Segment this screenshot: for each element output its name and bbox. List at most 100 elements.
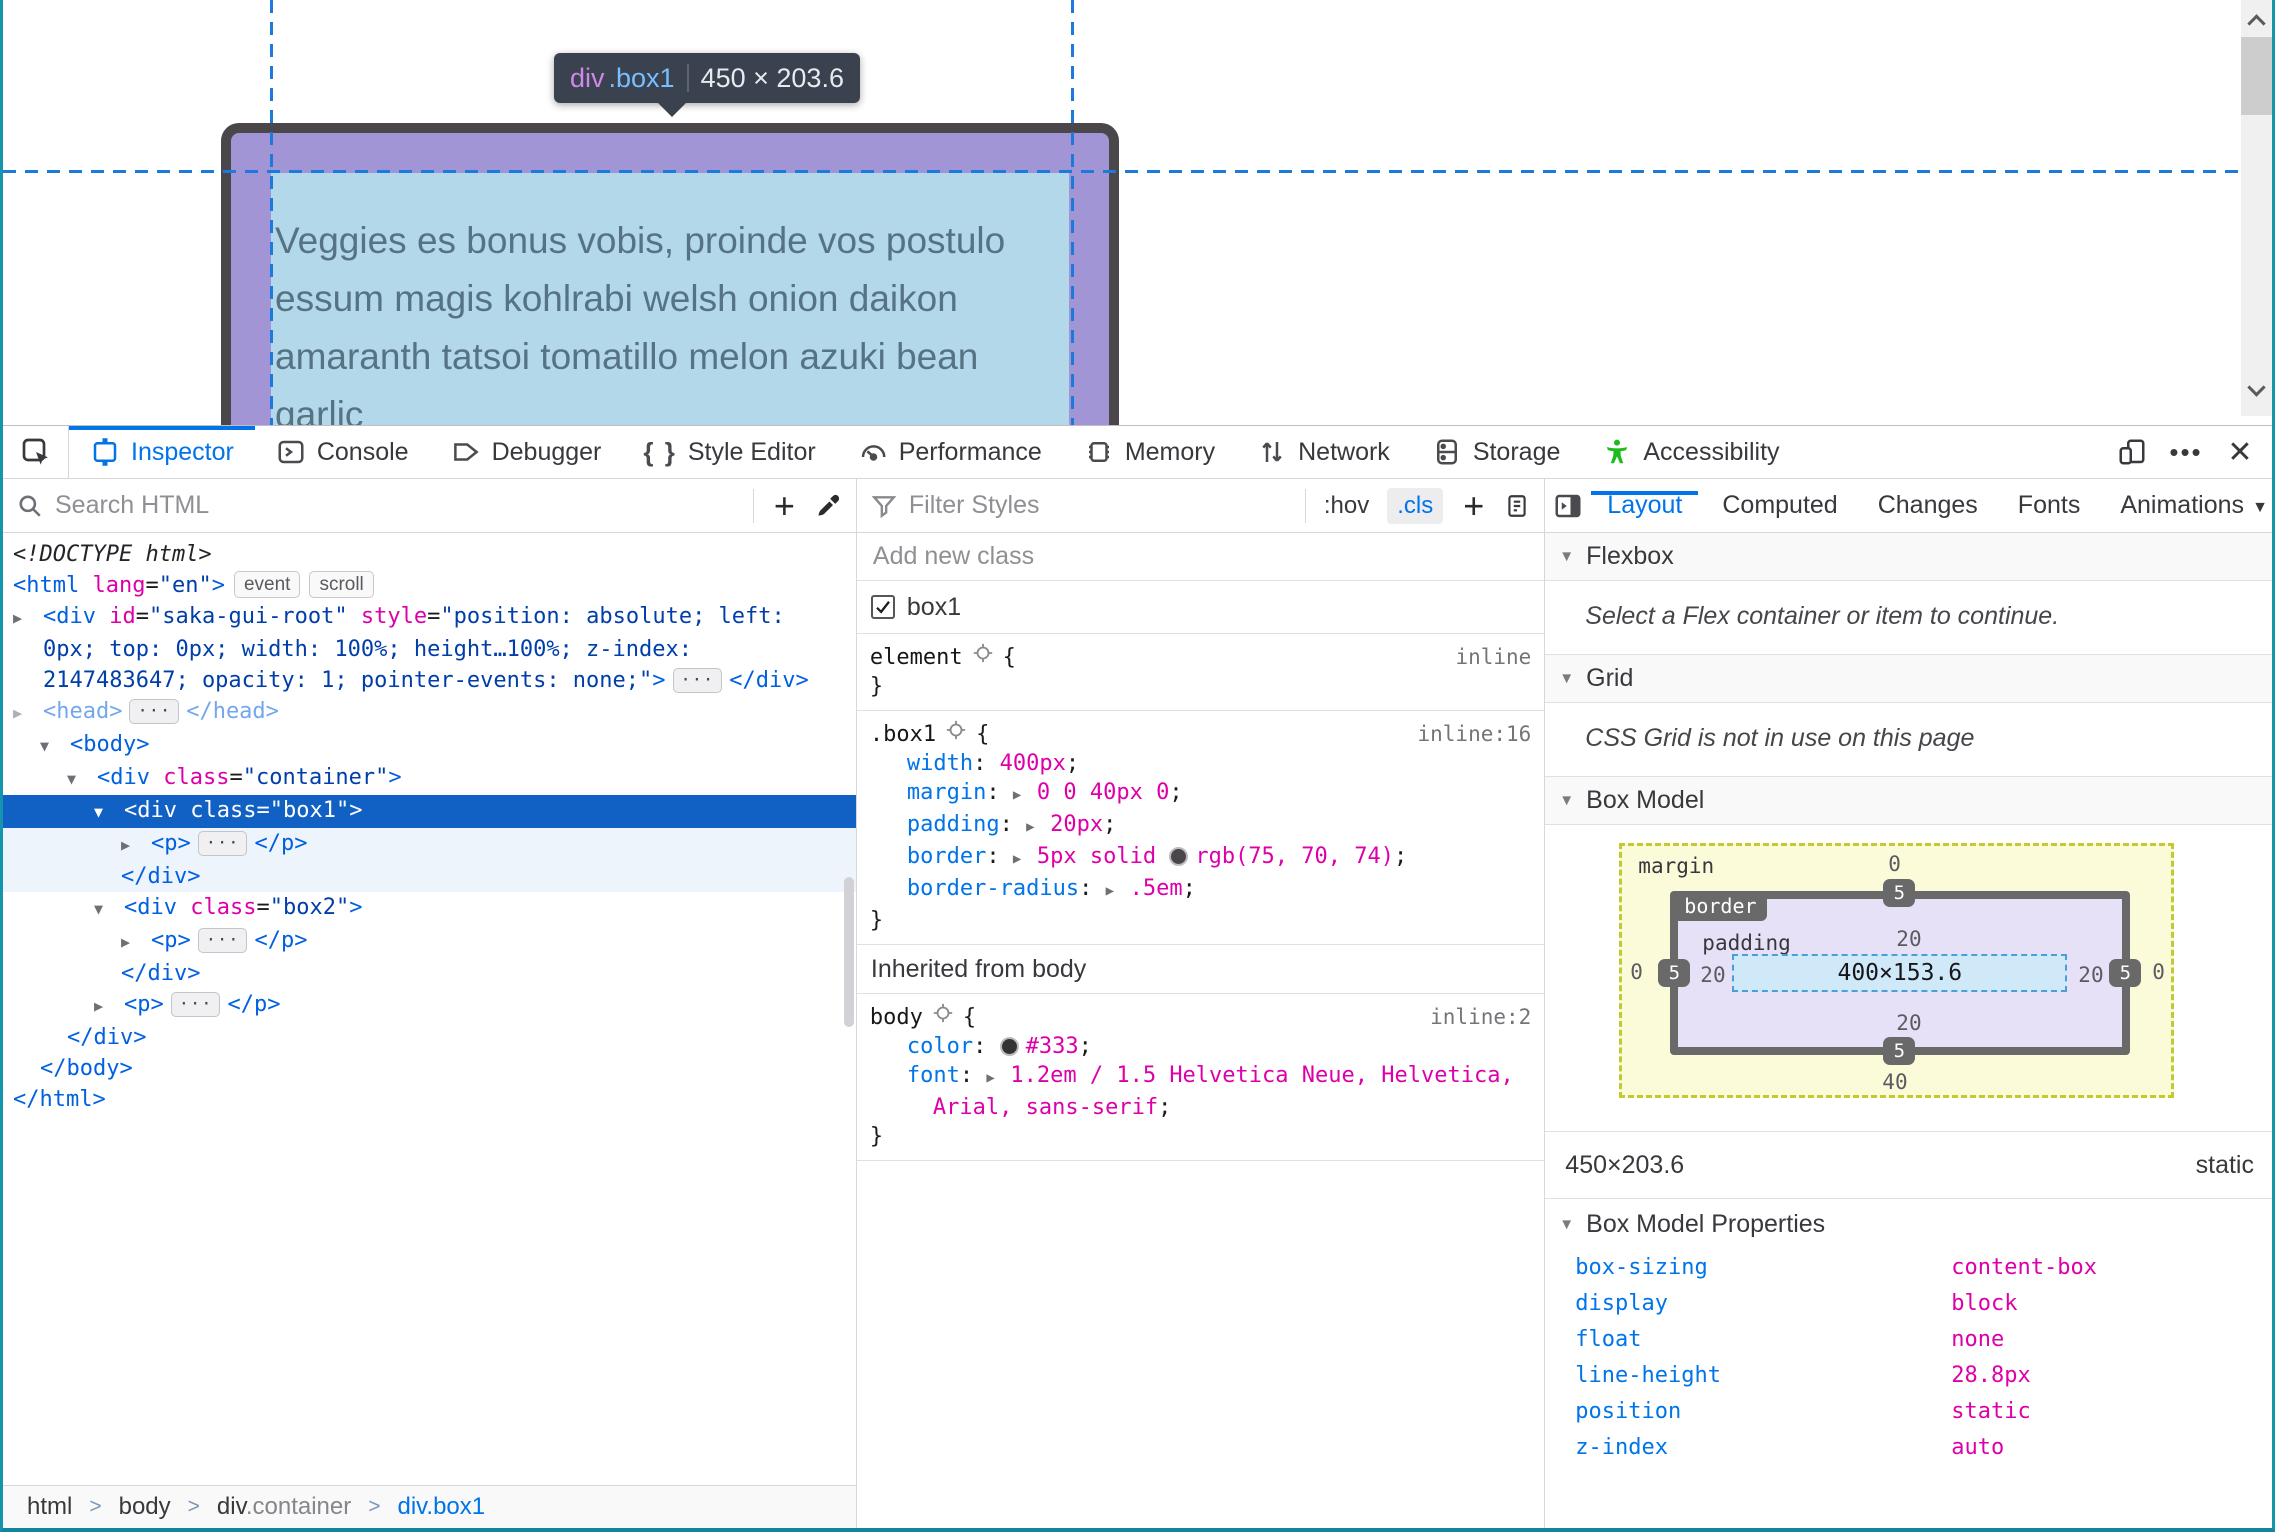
close-devtools-button[interactable]: ✕ [2216,428,2264,476]
all-tabs-menu-icon[interactable]: ▼ [2252,499,2268,517]
property-value[interactable]: #333 [1026,1034,1079,1059]
css-declaration[interactable]: margin: ▶ 0 0 40px 0; [857,778,1544,810]
box-model-content-layer[interactable]: 400×153.6 [1732,954,2068,992]
add-class-input[interactable]: Add new class [873,542,1034,571]
margin-right-value[interactable]: 0 [2152,960,2165,984]
property-value[interactable]: 0 0 40px 0 [1037,780,1169,805]
color-swatch[interactable] [1169,847,1189,866]
margin-bottom-value[interactable]: 40 [1882,1070,1907,1094]
padding-right-value[interactable]: 20 [2078,963,2103,987]
property-name[interactable]: z-index [1575,1435,1951,1460]
sidebar-tab-changes[interactable]: Changes [1858,491,1998,520]
css-rule[interactable]: .box1{inline:16 width: 400px; margin: ▶ 0 0… [856,711,1545,945]
markup-tree-row[interactable]: ▼ <div class="container"> [3,762,856,795]
markup-tree-row[interactable]: ▶ <head> ··· </head> [3,696,856,729]
border-right-value[interactable]: 5 [2109,959,2142,987]
rule-selector[interactable]: element [870,643,963,672]
css-rule[interactable]: body{inline:2 color: #333; font: ▶ 1.2em / … [856,994,1545,1161]
property-name[interactable]: margin [907,780,986,805]
sidebar-tab-layout[interactable]: Layout [1587,491,1702,520]
property-name[interactable]: width [907,751,973,776]
grid-section-header[interactable]: ▼ Grid [1545,655,2272,703]
scroll-down-icon[interactable] [2247,378,2266,397]
markup-tree-row[interactable]: </div> [3,861,856,892]
property-name[interactable]: float [1575,1327,1951,1352]
markup-tree-row[interactable]: <html lang="en"> event scroll [3,570,856,601]
property-name[interactable]: font [907,1063,960,1088]
tab-inspector[interactable]: Inspector [69,426,255,478]
show-children-pill[interactable]: ··· [170,992,221,1017]
expand-icon[interactable]: ▶ [121,927,151,958]
markup-tree-row[interactable]: ▼ <div class="box1"> [3,795,856,828]
property-name[interactable]: box-sizing [1575,1255,1951,1280]
toggle-classes-button[interactable]: .cls [1387,487,1444,524]
css-declaration[interactable]: color: #333; [857,1032,1544,1061]
property-value[interactable]: 400px [1000,751,1066,776]
sidebar-tab-computed[interactable]: Computed [1702,491,1857,520]
property-value[interactable]: none [1951,1327,2004,1352]
property-name[interactable]: border [907,844,986,869]
property-value[interactable]: content-box [1951,1255,2097,1280]
padding-top-value[interactable]: 20 [1896,927,1921,951]
border-top-value[interactable]: 5 [1883,879,1916,907]
show-children-pill[interactable]: ··· [672,668,723,693]
tab-storage[interactable]: Storage [1411,426,1582,478]
markup-tree-row[interactable]: </html> [3,1084,856,1115]
expand-icon[interactable]: ▶ [13,603,43,634]
tab-debugger[interactable]: Debugger [430,426,623,478]
margin-left-value[interactable]: 0 [1630,960,1643,984]
markup-tree-row[interactable]: <!DOCTYPE html> [3,539,856,570]
markup-tree-row[interactable]: </body> [3,1053,856,1084]
margin-top-value[interactable]: 0 [1888,852,1901,876]
class-checkbox[interactable] [870,595,895,619]
responsive-mode-button[interactable] [2108,428,2156,476]
box-model-properties-header[interactable]: ▼ Box Model Properties [1545,1199,2272,1249]
expand-shorthand-icon[interactable]: ▶ [1106,877,1130,906]
collapse-icon[interactable]: ▼ [94,894,124,925]
border-bottom-value[interactable]: 5 [1883,1037,1916,1065]
create-node-button[interactable]: + [766,487,803,524]
breadcrumb-item[interactable]: div.box1 [398,1493,486,1521]
property-value[interactable]: block [1951,1291,2017,1316]
css-declaration[interactable]: border: ▶ 5px solid rgb(75, 70, 74); [857,842,1544,874]
css-declaration[interactable]: font: ▶ 1.2em / 1.5 Helvetica Neue, Helve… [857,1061,1544,1122]
expand-icon[interactable]: ▶ [121,830,151,861]
add-rule-button[interactable]: + [1455,487,1492,524]
breadcrumb-item[interactable]: body [119,1493,171,1521]
collapse-icon[interactable]: ▼ [94,797,124,828]
breadcrumb-item[interactable]: html [27,1493,72,1521]
highlight-matching-elements-icon[interactable] [945,719,967,749]
filter-styles-input[interactable]: Filter Styles [909,491,1040,520]
box-model-margin-layer[interactable]: margin 0 0 0 40 padding 20 20 20 20 bord… [1619,843,2175,1098]
css-declaration[interactable]: width: 400px; [857,749,1544,778]
property-name[interactable]: display [1575,1291,1951,1316]
box-model-section-header[interactable]: ▼ Box Model [1545,777,2272,825]
expand-shorthand-icon[interactable]: ▶ [986,1064,1010,1093]
tab-style-editor[interactable]: { } Style Editor [622,426,836,478]
markup-tree-row[interactable]: </div> [3,1022,856,1053]
markup-tree-row[interactable]: ▶ <p> ··· </p> [3,828,856,861]
highlight-matching-elements-icon[interactable] [972,642,994,672]
css-declaration[interactable]: padding: ▶ 20px; [857,810,1544,842]
property-value[interactable]: static [1951,1399,2030,1424]
color-swatch[interactable] [999,1037,1019,1056]
highlight-matching-elements-icon[interactable] [932,1002,954,1032]
devtools-menu-button[interactable]: ••• [2162,428,2210,476]
breadcrumb-item[interactable]: div.container [217,1493,351,1521]
rule-selector[interactable]: body [870,1003,923,1032]
expand-icon[interactable]: ▶ [94,991,124,1022]
border-left-value[interactable]: 5 [1658,959,1691,987]
page-scrollbar[interactable] [2241,0,2272,416]
padding-left-value[interactable]: 20 [1700,963,1725,987]
property-name[interactable]: color [907,1034,973,1059]
scroll-up-icon[interactable] [2247,14,2266,33]
markup-scrollbar-thumb[interactable] [843,877,854,1027]
property-name[interactable]: border-radius [907,876,1079,901]
add-class-row[interactable]: Add new class [856,533,1545,581]
tab-network[interactable]: Network [1236,426,1411,478]
markup-tree-row[interactable]: ▶ <p> ··· </p> [3,925,856,958]
property-value[interactable]: .5em [1130,876,1183,901]
search-input[interactable]: Search HTML [55,491,209,520]
markup-tree[interactable]: <!DOCTYPE html> <html lang="en"> event scro… [3,533,856,1485]
print-simulation-button[interactable] [1504,493,1530,519]
